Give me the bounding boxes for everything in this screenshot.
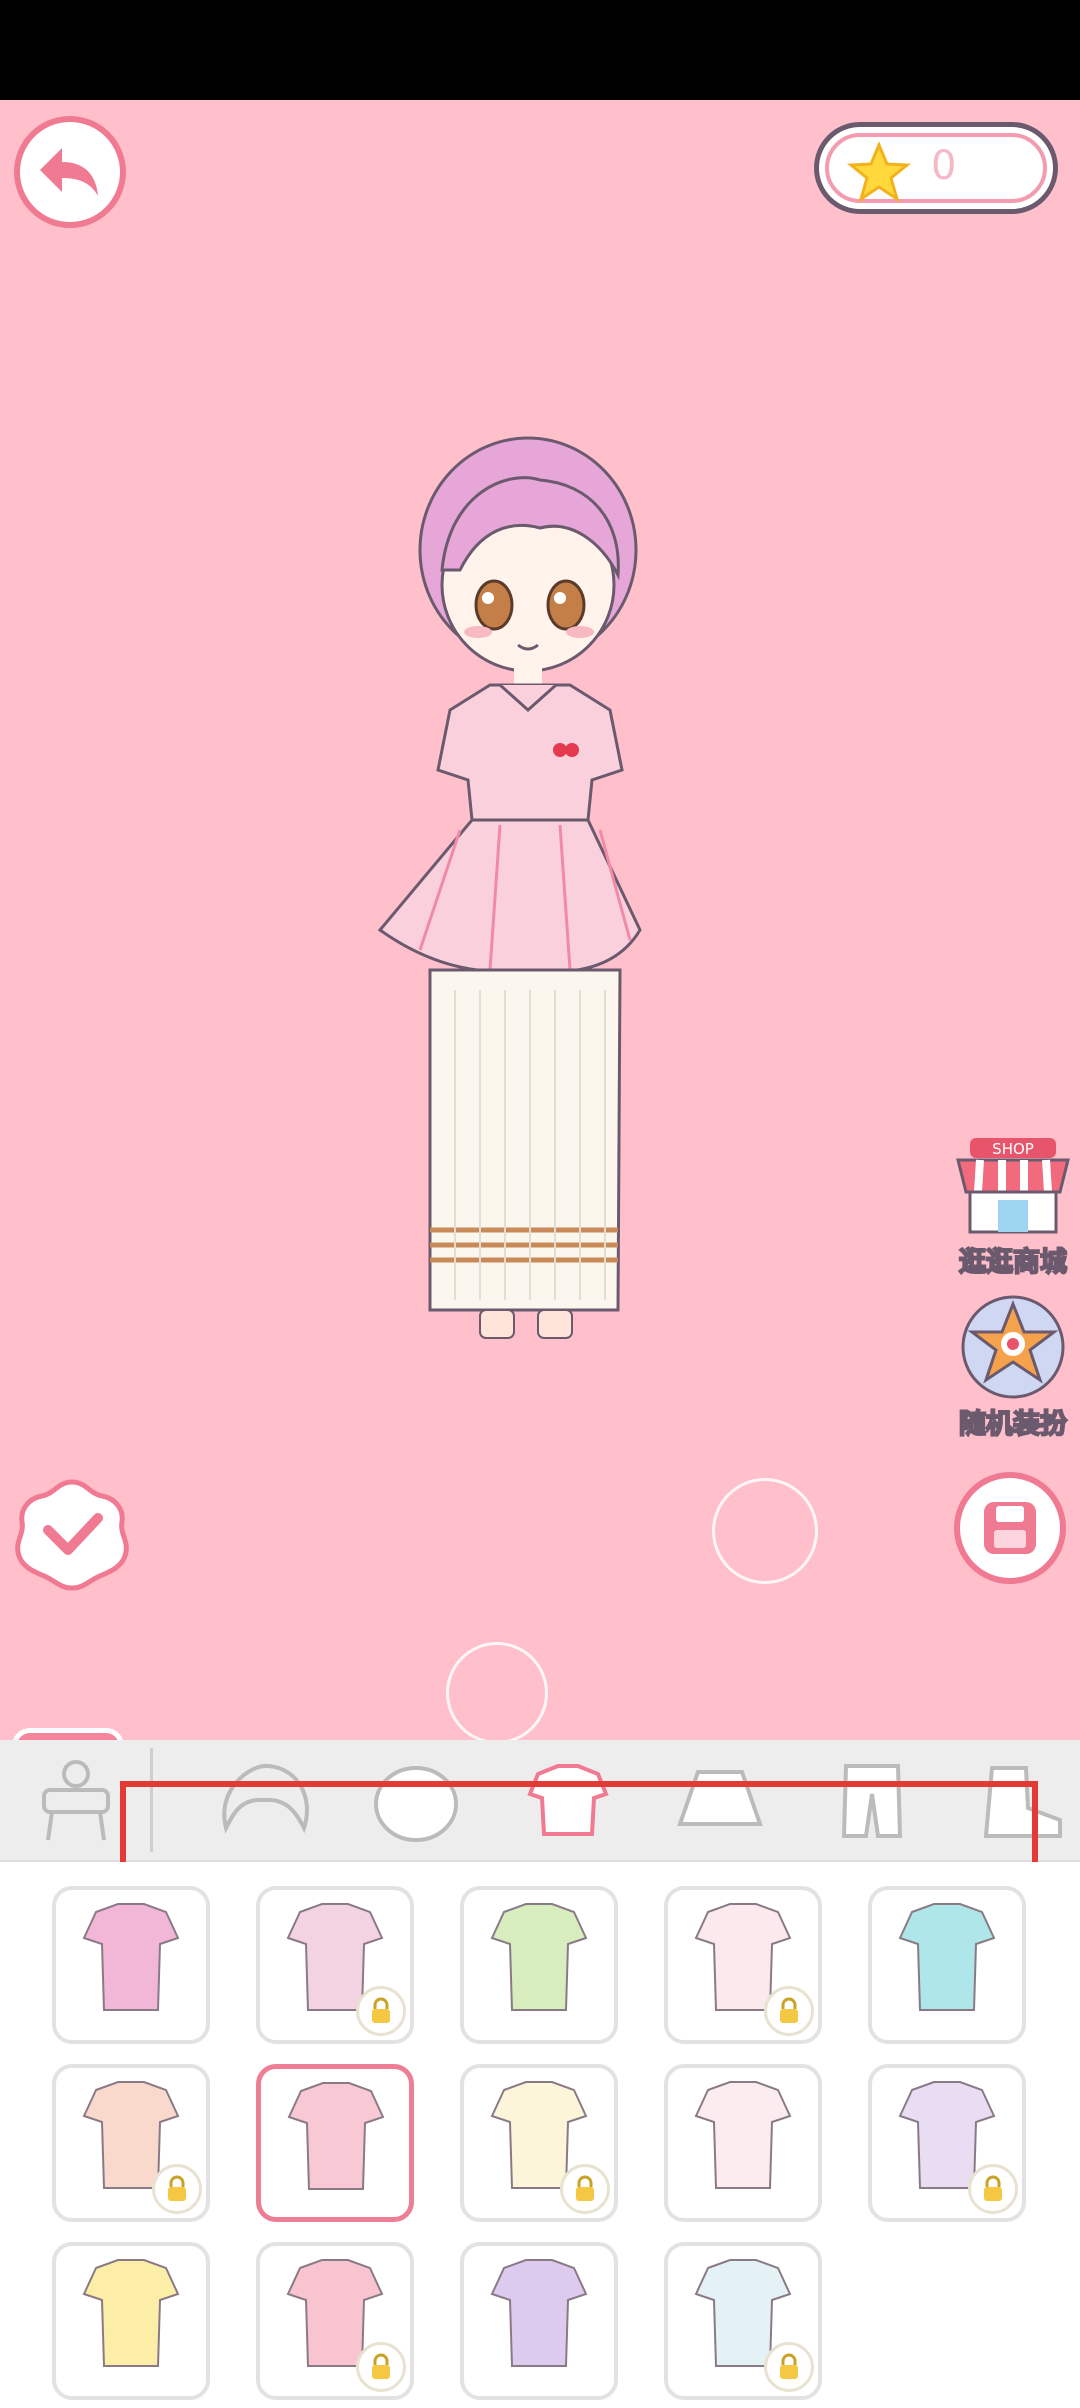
lock-icon bbox=[560, 2164, 610, 2214]
clothing-thumbnail bbox=[82, 2259, 180, 2367]
clothing-thumbnail bbox=[694, 2081, 792, 2189]
clothing-item[interactable] bbox=[664, 2064, 822, 2222]
status-bar bbox=[0, 0, 1080, 100]
shop-label: 逛逛商城 bbox=[958, 1246, 1068, 1279]
clothing-item[interactable] bbox=[52, 2064, 210, 2222]
clothing-item[interactable] bbox=[460, 2064, 618, 2222]
clothing-thumbnail bbox=[898, 1903, 996, 2011]
lock-icon bbox=[356, 1986, 406, 2036]
shop-sign-text: SHOP bbox=[992, 1140, 1034, 1158]
clothing-thumbnail bbox=[82, 1903, 180, 2011]
sparkle-effect bbox=[712, 1478, 818, 1584]
random-outfit-label: 随机装扮 bbox=[958, 1408, 1068, 1441]
clothing-item[interactable] bbox=[460, 1886, 618, 2044]
back-button[interactable] bbox=[14, 116, 126, 228]
clothing-item[interactable] bbox=[664, 1886, 822, 2044]
clothing-item[interactable] bbox=[460, 2242, 618, 2400]
confirm-outfit-button[interactable] bbox=[14, 1476, 130, 1592]
save-disk-icon bbox=[984, 1502, 1036, 1554]
tab-japanese-style[interactable]: 日系 bbox=[12, 1728, 124, 1740]
clothing-item[interactable] bbox=[256, 2064, 414, 2222]
lock-icon bbox=[764, 1986, 814, 2036]
random-star-icon bbox=[961, 1295, 1065, 1399]
clothing-item[interactable] bbox=[256, 1886, 414, 2044]
lock-icon bbox=[356, 2342, 406, 2392]
lock-icon bbox=[968, 2164, 1018, 2214]
character-avatar bbox=[377, 436, 642, 1339]
clothing-item[interactable] bbox=[52, 2242, 210, 2400]
clothing-item[interactable] bbox=[256, 2242, 414, 2400]
clothing-item[interactable] bbox=[868, 2064, 1026, 2222]
clothing-thumbnail bbox=[287, 2082, 385, 2190]
back-arrow-icon bbox=[40, 148, 98, 196]
save-outfit-button[interactable] bbox=[954, 1472, 1066, 1584]
shop-button[interactable]: SHOP 逛逛商城 bbox=[948, 1130, 1078, 1280]
coin-counter: 0 bbox=[814, 122, 1058, 214]
checkmark-icon bbox=[15, 1479, 129, 1591]
clothing-thumbnail bbox=[490, 2259, 588, 2367]
sparkle-effect bbox=[446, 1642, 548, 1740]
clothing-item[interactable] bbox=[868, 1886, 1026, 2044]
shop-icon: SHOP bbox=[956, 1138, 1070, 1234]
dressing-table-icon[interactable] bbox=[24, 1758, 128, 1842]
lock-icon bbox=[764, 2342, 814, 2392]
coin-count: 0 bbox=[931, 143, 957, 189]
highlight-box bbox=[120, 1781, 1038, 1873]
lock-icon bbox=[152, 2164, 202, 2214]
clothing-thumbnail bbox=[490, 1903, 588, 2011]
clothing-item[interactable] bbox=[52, 1886, 210, 2044]
star-icon bbox=[847, 141, 911, 203]
dressup-stage: 0 SHOP 逛逛商城 随机装扮 bbox=[0, 100, 1080, 1740]
clothing-item-grid bbox=[0, 1862, 1080, 2408]
random-outfit-button[interactable]: 随机装扮 bbox=[948, 1292, 1078, 1442]
clothing-item[interactable] bbox=[664, 2242, 822, 2400]
